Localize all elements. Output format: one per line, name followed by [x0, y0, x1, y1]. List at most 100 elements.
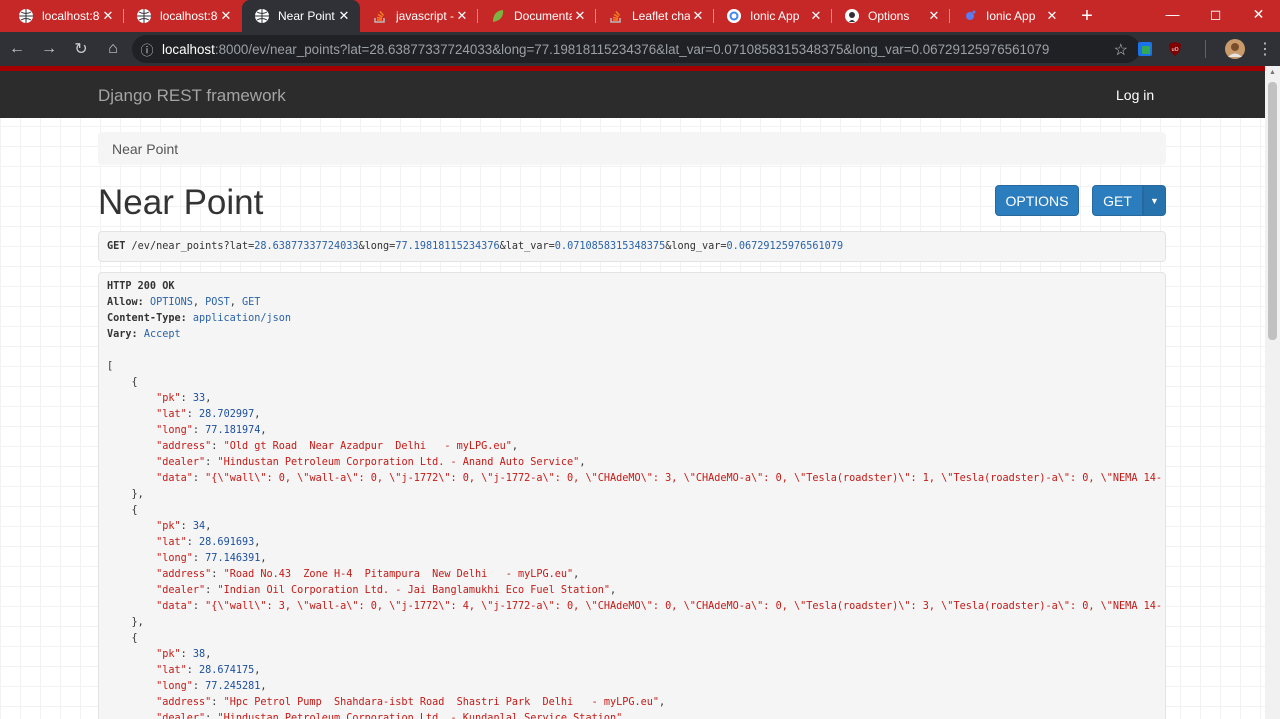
breadcrumb: Near Point [98, 132, 1166, 165]
close-tab-icon[interactable]: ✕ [690, 8, 706, 24]
globe-icon [18, 8, 34, 24]
close-tab-icon[interactable]: ✕ [218, 8, 234, 24]
browser-tab[interactable]: javascript - ✕ [360, 0, 478, 32]
response-line: "address": "Road No.43 Zone H-4 Pitampur… [156, 569, 580, 580]
response-line: }, [107, 489, 144, 500]
response-line: "long": 77.245281, [156, 681, 267, 692]
response-line: "address": "Old gt Road Near Azadpur Del… [156, 441, 518, 452]
response-line: "address": "Hpc Petrol Pump Shahdara-isb… [156, 697, 666, 708]
tab-label: Documenta [514, 9, 572, 23]
response-line: "lat": 28.674175, [156, 665, 261, 676]
tab-label: Ionic App [750, 9, 800, 23]
close-tab-icon[interactable]: ✕ [100, 8, 116, 24]
browser-tab[interactable]: localhost:80 ✕ [6, 0, 124, 32]
browser-tab[interactable]: Options ✕ [832, 0, 950, 32]
browser-tab[interactable]: Near Point ✕ [242, 0, 360, 32]
brand-link[interactable]: Django REST framework [98, 86, 286, 106]
response-line: }, [107, 617, 144, 628]
options-button[interactable]: OPTIONS [995, 185, 1079, 216]
response-line: "data": "{\"wall\": 3, \"wall-a\": 0, \"… [156, 601, 1162, 612]
globe-icon [136, 8, 152, 24]
tab-label: Ionic App [986, 9, 1036, 23]
browser-tabstrip: localhost:80 ✕ localhost:80 ✕ Near Point ✕ jav… [0, 0, 1280, 32]
tab-label: localhost:80 [42, 9, 100, 23]
response-line: Vary: Accept [107, 329, 181, 340]
close-window-button[interactable]: ✕ [1237, 0, 1280, 28]
url-text: localhost:8000/ev/near_points?lat=28.638… [162, 41, 1050, 57]
response-line: Content-Type: application/json [107, 313, 292, 324]
svg-text:uO: uO [1171, 47, 1178, 53]
extensions: uO ⋮ [1130, 32, 1280, 66]
menu-kebab-icon[interactable]: ⋮ [1250, 39, 1280, 59]
tab-label: Near Point [278, 9, 335, 23]
browser-tab[interactable]: Leaflet char ✕ [596, 0, 714, 32]
info-icon[interactable]: ⓘ [132, 40, 162, 59]
response-line: "dealer": "Indian Oil Corporation Ltd. -… [156, 585, 617, 596]
response-line: [ [107, 361, 114, 372]
back-button[interactable]: ← [2, 34, 32, 64]
page-scrollbar[interactable]: ▲ [1265, 66, 1280, 719]
ionic-icon [726, 8, 742, 24]
scroll-up-arrow-icon[interactable]: ▲ [1268, 69, 1277, 78]
scrollbar-thumb[interactable] [1268, 82, 1277, 340]
response-line: { [107, 633, 138, 644]
globe-icon [254, 8, 270, 24]
response-line: { [107, 505, 138, 516]
close-tab-icon[interactable]: ✕ [572, 8, 588, 24]
tab-label: Leaflet char [632, 9, 690, 23]
reload-button[interactable]: ↻ [66, 34, 96, 64]
response-line: "pk": 33, [156, 393, 212, 404]
browser-tab[interactable]: Ionic App ✕ [714, 0, 832, 32]
home-button[interactable]: ⌂ [98, 34, 128, 64]
bookmark-star-icon[interactable]: ☆ [1114, 40, 1128, 60]
response-line: "long": 77.146391, [156, 553, 267, 564]
new-tab-button[interactable]: + [1072, 0, 1102, 32]
response-line: "dealer": "Hindustan Petroleum Corporati… [156, 713, 629, 719]
close-tab-icon[interactable]: ✕ [454, 8, 470, 24]
separator-icon [1190, 40, 1220, 58]
response-line: "dealer": "Hindustan Petroleum Corporati… [156, 457, 586, 468]
leaf-icon [490, 8, 506, 24]
response-line: Allow: OPTIONS, POST, GET [107, 297, 261, 308]
minimize-button[interactable]: — [1151, 0, 1194, 28]
stackoverflow-icon [372, 8, 388, 24]
stackoverflow-icon [608, 8, 624, 24]
address-bar[interactable]: ⓘ localhost:8000/ev/near_points?lat=28.6… [132, 35, 1140, 63]
profile-avatar[interactable] [1220, 39, 1250, 59]
response-line: "long": 77.181974, [156, 425, 267, 436]
tab-label: Options [868, 9, 910, 23]
breadcrumb-item[interactable]: Near Point [112, 141, 178, 157]
get-button[interactable]: GET [1092, 185, 1143, 216]
get-format-dropdown[interactable]: ▼ [1143, 185, 1166, 216]
page-viewport: Django REST framework Log in Near Point … [0, 66, 1265, 719]
request-info: GET /ev/near_points?lat=28.6387733772403… [98, 231, 1166, 262]
response-line: "pk": 38, [156, 649, 212, 660]
request-line: GET /ev/near_points?lat=28.6387733772403… [107, 241, 844, 252]
forward-button[interactable]: → [34, 34, 64, 64]
browser-tab[interactable]: localhost:80 ✕ [124, 0, 242, 32]
browser-toolbar: ← → ↻ ⌂ ⓘ localhost:8000/ev/near_points?… [0, 32, 1280, 66]
login-link[interactable]: Log in [1116, 87, 1154, 103]
close-tab-icon[interactable]: ✕ [926, 8, 942, 24]
response-line: "lat": 28.702997, [156, 409, 261, 420]
browser-tab[interactable]: Ionic App ✕ [950, 0, 1068, 32]
extension-translate-icon[interactable] [1130, 41, 1160, 57]
response-line: "lat": 28.691693, [156, 537, 261, 548]
response-line: { [107, 377, 138, 388]
close-tab-icon[interactable]: ✕ [808, 8, 824, 24]
browser-tab[interactable]: Documenta ✕ [478, 0, 596, 32]
extension-ublock-icon[interactable]: uO [1160, 41, 1190, 57]
ionic-dot-icon [962, 8, 978, 24]
drf-navbar: Django REST framework Log in [0, 71, 1265, 118]
response-info: HTTP 200 OK Allow: OPTIONS, POST, GET Cont… [98, 272, 1166, 719]
page-title: Near Point [98, 183, 264, 222]
response-line: "data": "{\"wall\": 0, \"wall-a\": 0, \"… [156, 473, 1162, 484]
maximize-button[interactable]: ◻ [1194, 0, 1237, 28]
response-line: HTTP 200 OK [107, 281, 175, 292]
tab-label: localhost:80 [160, 9, 218, 23]
close-tab-icon[interactable]: ✕ [336, 8, 352, 24]
close-tab-icon[interactable]: ✕ [1044, 8, 1060, 24]
tab-label: javascript - [396, 9, 454, 23]
window-controls: — ◻ ✕ [1151, 0, 1280, 32]
github-icon [844, 8, 860, 24]
